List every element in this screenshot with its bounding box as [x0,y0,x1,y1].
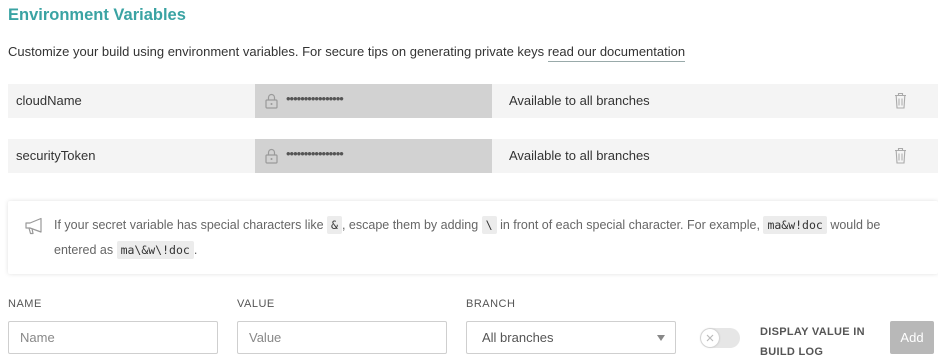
masked-value-field: •••••••••••••••• [255,139,492,173]
variable-name: securityToken [16,148,96,163]
code-snippet: ma\&w\!doc [116,241,194,259]
lock-icon [265,148,278,164]
value-input[interactable] [237,321,447,354]
section-description: Customize your build using environment v… [8,44,686,62]
code-snippet: ma&w!doc [763,216,827,234]
value-label: VALUE [237,298,275,310]
x-icon [706,334,714,342]
note-text-part: in front of each special character. For … [500,218,760,232]
display-value-toggle[interactable] [700,328,740,348]
note-text: If your secret variable has special char… [54,213,924,263]
variable-branch: Available to all branches [509,148,650,163]
masked-value: •••••••••••••••• [286,91,344,106]
description-text: Customize your build using environment v… [8,44,545,59]
note-text-part: , escape them by adding [341,218,479,232]
masked-value: •••••••••••••••• [286,146,344,161]
branch-select[interactable]: All branches [466,321,676,354]
variable-name: cloudName [16,93,82,108]
variable-row: cloudName •••••••••••••••• Available to … [8,84,938,118]
add-button[interactable]: Add [890,321,934,354]
branch-select-value: All branches [482,330,554,345]
megaphone-icon [25,217,42,235]
variable-branch: Available to all branches [509,93,650,108]
trash-icon[interactable] [894,147,907,164]
documentation-link[interactable]: read our documentation [547,44,686,62]
name-label: NAME [8,298,42,310]
display-value-label: DISPLAY VALUE IN BUILD LOG [760,326,865,358]
section-title: Environment Variables [8,6,186,24]
code-snippet: \ [481,216,497,234]
variable-row: securityToken •••••••••••••••• Available… [8,139,938,173]
note-text-part: . [193,243,198,257]
trash-icon[interactable] [894,92,907,109]
note-text-part: If your secret variable has special char… [54,218,324,232]
masked-value-field: •••••••••••••••• [255,84,492,118]
toggle-knob [701,329,719,347]
caret-down-icon [657,335,665,341]
code-snippet: & [327,216,342,234]
name-input[interactable] [8,321,218,354]
special-characters-note: If your secret variable has special char… [8,201,938,274]
branch-label: BRANCH [466,298,516,310]
lock-icon [265,93,278,109]
